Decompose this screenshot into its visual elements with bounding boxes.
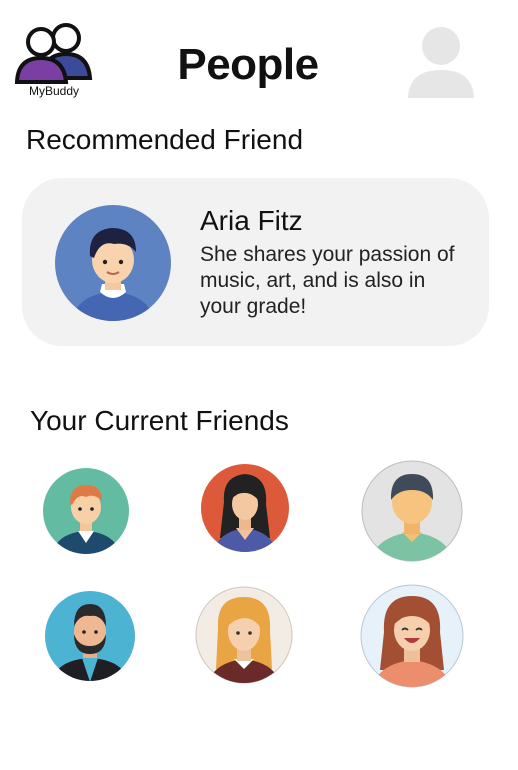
boy-avatar-icon	[55, 205, 171, 321]
man-avatar-icon	[361, 460, 463, 562]
recommended-section-title: Recommended Friend	[26, 124, 304, 155]
recommended-friend-card[interactable]: Aria Fitz She shares your passion of mus…	[22, 178, 489, 346]
friend-avatar[interactable]	[360, 584, 464, 688]
friend-avatar[interactable]	[44, 590, 136, 682]
friend-avatar[interactable]	[42, 467, 130, 555]
current-friends-section-title: Your Current Friends	[30, 405, 289, 436]
friend-avatar[interactable]	[360, 460, 464, 562]
recommended-friend-description: She shares your passion of music, art, a…	[200, 243, 455, 318]
profile-button[interactable]	[406, 26, 476, 100]
user-profile-icon	[408, 27, 474, 98]
smiling-woman-avatar-icon	[360, 584, 464, 688]
man-avatar-icon	[43, 468, 129, 554]
bearded-man-avatar-icon	[45, 591, 135, 681]
avatar	[54, 204, 172, 322]
friend-avatar[interactable]	[200, 462, 290, 556]
recommended-friend-name: Aria Fitz	[200, 205, 303, 236]
friend-avatar[interactable]	[194, 585, 294, 685]
woman-avatar-icon	[201, 464, 289, 552]
blonde-woman-avatar-icon	[195, 586, 293, 684]
